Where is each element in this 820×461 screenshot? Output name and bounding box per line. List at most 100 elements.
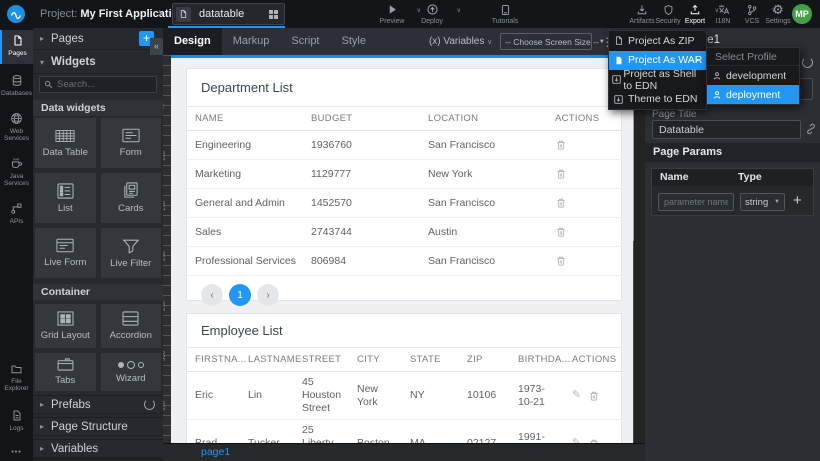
param-type-select[interactable]: string ▼ xyxy=(740,193,785,211)
page-params-table: Name Type string ▼ + xyxy=(651,168,814,216)
rail-item-apis[interactable]: APIs xyxy=(0,198,33,232)
link-icon[interactable] xyxy=(805,123,817,135)
delete-row-icon[interactable] xyxy=(555,168,567,180)
page-structure-accordion-header[interactable]: ▸ Page Structure xyxy=(33,417,163,436)
rail-item-pages[interactable]: Pages xyxy=(0,30,33,64)
menu-item-deployment[interactable]: deployment xyxy=(707,85,799,104)
widget-tile-grid-layout[interactable]: Grid Layout xyxy=(35,304,96,348)
rail-item-databases[interactable]: Databases xyxy=(0,70,33,102)
tab-style[interactable]: Style xyxy=(331,28,377,55)
menu-item-development[interactable]: development xyxy=(707,66,799,85)
widgets-accordion-header[interactable]: ▾ Widgets xyxy=(33,51,163,74)
tab-design[interactable]: Design xyxy=(163,28,222,55)
grid-layout-icon xyxy=(57,311,74,326)
variables-button[interactable]: (x) Variables ∨ xyxy=(429,36,492,47)
chevron-down-icon[interactable]: ∨ xyxy=(457,7,461,14)
api-nodes-icon xyxy=(0,201,33,216)
widget-tile-tabs[interactable]: Tabs xyxy=(35,353,96,391)
breadcrumb-separator-icon: › xyxy=(158,4,163,20)
deploy-button[interactable]: ∨ Deploy xyxy=(412,3,452,25)
canvas-region: Design Markup Script Style (x) Variables… xyxy=(163,28,645,461)
widget-tile-form[interactable]: Form xyxy=(101,118,162,168)
preview-button[interactable]: ∨ Preview xyxy=(372,3,412,25)
project-label: Project: xyxy=(40,8,77,20)
caret-down-icon: ▾ xyxy=(33,58,51,67)
search-input[interactable] xyxy=(57,79,147,90)
tab-script[interactable]: Script xyxy=(280,28,330,55)
delete-row-icon[interactable] xyxy=(555,139,567,151)
canvas-status-bar: page1 xyxy=(163,443,645,461)
refresh-icon[interactable] xyxy=(802,57,813,68)
page-number-button[interactable]: 1 xyxy=(229,284,251,306)
delete-row-icon[interactable] xyxy=(588,390,600,402)
wavemaker-logo-icon[interactable] xyxy=(7,5,25,23)
employee-list-title: Employee List xyxy=(187,314,621,348)
prefabs-accordion-header[interactable]: ▸ Prefabs xyxy=(33,395,163,414)
tab-markup[interactable]: Markup xyxy=(222,28,281,55)
delete-row-icon[interactable] xyxy=(555,226,567,238)
database-icon xyxy=(0,73,33,88)
variables-accordion-header[interactable]: ▸ Variables xyxy=(33,439,163,458)
delete-row-icon[interactable] xyxy=(555,197,567,209)
page-next-button[interactable]: › xyxy=(257,284,279,306)
widget-tile-data-table[interactable]: Data Table xyxy=(35,118,96,168)
edit-row-icon[interactable]: ✎ xyxy=(572,389,581,402)
table-row[interactable]: General and Admin 1452570 San Francisco xyxy=(187,189,623,218)
rail-item-file-explorer[interactable]: File Explorer xyxy=(0,358,33,396)
export-button[interactable]: ∨ Export xyxy=(680,3,710,25)
vertical-ruler: 50 100 150 200 250 300 350 xyxy=(163,55,171,443)
menu-item-project-as-zip[interactable]: Project As ZIP xyxy=(609,31,706,51)
active-page-name[interactable]: page1 xyxy=(201,446,230,458)
page-preview[interactable]: Department List NAME BUDGET LOCATION ACT… xyxy=(171,55,634,443)
user-avatar[interactable]: MP xyxy=(792,4,812,24)
widget-tile-live-form[interactable]: Live Form xyxy=(35,228,96,278)
dashboard-grid-icon[interactable] xyxy=(269,10,278,19)
widget-tile-cards[interactable]: Cards xyxy=(101,173,162,223)
submenu-header: Select Profile xyxy=(707,48,799,66)
open-page-tab[interactable]: datatable xyxy=(172,3,285,25)
menu-item-project-as-shell-to-edn[interactable]: Project as Shell to EDN xyxy=(609,70,706,90)
table-row[interactable]: Eric Lin 45 Houston Street New York NY 1… xyxy=(187,372,623,420)
widget-tile-accordion[interactable]: Accordion xyxy=(101,304,162,348)
param-name-input[interactable] xyxy=(658,193,734,211)
page-prev-button[interactable]: ‹ xyxy=(201,284,223,306)
rail-more-icon[interactable]: ••• xyxy=(0,449,33,456)
edn-export-icon xyxy=(609,94,628,105)
design-surface: 50 100 150 200 250 300 350 Department Li… xyxy=(163,55,645,443)
screen-size-select[interactable]: -- Choose Screen Size -- ▼ xyxy=(500,33,592,50)
widget-tile-wizard[interactable]: Wizard xyxy=(101,353,162,391)
widget-tile-list[interactable]: List xyxy=(35,173,96,223)
table-header-row: FIRSTNA... LASTNAME STREET CITY STATE ZI… xyxy=(187,348,623,372)
widget-tile-live-filter[interactable]: Live Filter xyxy=(101,228,162,278)
department-list-widget[interactable]: Department List NAME BUDGET LOCATION ACT… xyxy=(186,68,622,301)
page-title-input[interactable] xyxy=(652,120,801,139)
page-tab-label: datatable xyxy=(199,8,269,20)
rail-item-logs[interactable]: Logs xyxy=(0,405,33,435)
table-row[interactable]: Brad Tucker 25 Liberty Pl Boston MA 0212… xyxy=(187,420,623,444)
pagination: ‹ 1 › xyxy=(187,276,621,306)
settings-button[interactable]: ⚙ ∨ Settings xyxy=(763,3,793,25)
menu-item-theme-to-edn[interactable]: Theme to EDN xyxy=(609,90,706,110)
rail-item-web-services[interactable]: Web Services xyxy=(0,108,33,146)
add-param-button[interactable]: + xyxy=(793,192,802,209)
table-row[interactable]: Marketing 1129777 New York xyxy=(187,160,623,189)
table-row[interactable]: Sales 2743744 Austin xyxy=(187,218,623,247)
form-icon xyxy=(122,128,140,143)
employee-list-widget[interactable]: Employee List FIRSTNA... LASTNAME STREET… xyxy=(186,313,622,443)
i18n-button[interactable]: I18N xyxy=(708,3,738,25)
table-row[interactable]: Engineering 1936760 San Francisco xyxy=(187,131,623,160)
collapse-panel-button[interactable]: « xyxy=(150,38,163,55)
canvas-scrollbar[interactable] xyxy=(633,58,634,443)
delete-row-icon[interactable] xyxy=(555,255,567,267)
tutorials-button[interactable]: Tutorials xyxy=(485,3,525,25)
table-row[interactable]: Professional Services 806984 San Francis… xyxy=(187,247,623,276)
pages-accordion-header[interactable]: ▸ Pages + xyxy=(33,28,163,50)
active-tab-underline xyxy=(168,26,285,28)
search-icon xyxy=(44,80,53,89)
list-icon xyxy=(57,183,74,199)
security-button[interactable]: Security xyxy=(653,3,683,25)
rail-item-java-services[interactable]: Java Services xyxy=(0,153,33,191)
widget-search[interactable] xyxy=(39,76,157,93)
refresh-prefabs-icon[interactable] xyxy=(144,399,155,410)
folder-icon xyxy=(0,361,33,376)
